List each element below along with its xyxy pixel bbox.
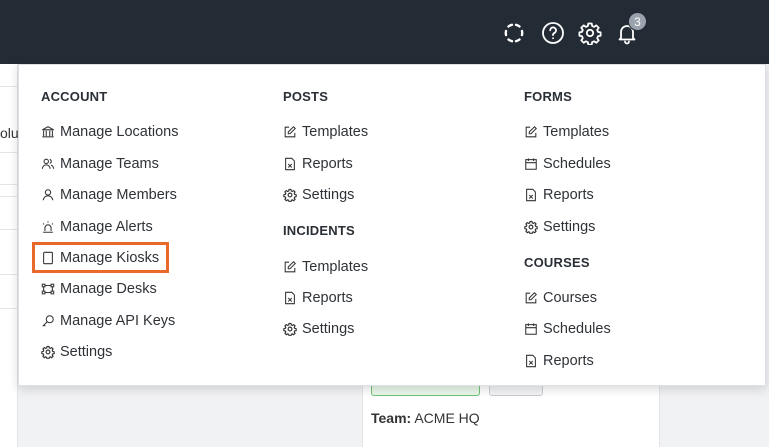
background-team-line: Team: ACME HQ <box>371 410 480 426</box>
edit-icon <box>524 125 538 139</box>
menu-item-label: Reports <box>302 290 353 306</box>
account-section-title: ACCOUNT <box>41 89 108 104</box>
report-icon <box>524 354 538 368</box>
menu-item-incidents-templates[interactable]: Templates <box>283 257 368 277</box>
menu-item-label: Templates <box>302 124 369 140</box>
forms-section-title: FORMS <box>524 89 572 104</box>
gear-icon <box>41 345 55 359</box>
menu-item-label: Schedules <box>543 156 611 172</box>
menu-item-label: Manage Locations <box>60 124 179 140</box>
settings-mega-menu: ACCOUNT Manage Locations Manage Teams Ma… <box>18 64 766 386</box>
top-navigation-bar: 3 <box>0 0 769 64</box>
calendar-icon <box>524 322 538 336</box>
menu-item-courses-courses[interactable]: Courses <box>524 288 597 308</box>
menu-item-courses-schedules[interactable]: Schedules <box>524 319 611 339</box>
report-icon <box>283 157 297 171</box>
menu-item-manage-alerts[interactable]: Manage Alerts <box>41 217 153 237</box>
help-icon[interactable] <box>540 20 566 46</box>
desk-icon <box>41 282 55 296</box>
menu-item-posts-settings[interactable]: Settings <box>283 185 354 205</box>
user-icon <box>41 188 55 202</box>
menu-item-account-settings[interactable]: Settings <box>41 342 112 362</box>
background-left-panel <box>0 64 18 447</box>
menu-item-forms-settings[interactable]: Settings <box>524 217 595 237</box>
menu-item-label: Templates <box>302 259 369 275</box>
menu-item-label: Manage API Keys <box>60 313 176 329</box>
menu-item-label: Reports <box>543 187 594 203</box>
menu-item-label: Reports <box>543 353 594 369</box>
gear-icon <box>283 322 297 336</box>
edit-icon <box>283 125 297 139</box>
team-label: Team: <box>371 410 412 426</box>
incidents-section-title: INCIDENTS <box>283 223 355 238</box>
calendar-icon <box>524 157 538 171</box>
menu-item-label: Manage Alerts <box>60 219 153 235</box>
menu-item-label: Settings <box>302 187 355 203</box>
edit-icon <box>283 260 297 274</box>
courses-section-title: COURSES <box>524 255 590 270</box>
team-value: ACME HQ <box>414 410 480 426</box>
gear-icon <box>283 188 297 202</box>
menu-item-manage-api-keys[interactable]: Manage API Keys <box>41 311 175 331</box>
menu-item-posts-templates[interactable]: Templates <box>283 122 368 142</box>
menu-item-forms-reports[interactable]: Reports <box>524 185 594 205</box>
menu-item-incidents-settings[interactable]: Settings <box>283 319 354 339</box>
menu-item-label: Settings <box>302 321 355 337</box>
menu-item-label: Manage Desks <box>60 281 157 297</box>
key-icon <box>41 314 55 328</box>
gear-icon <box>524 220 538 234</box>
bank-icon <box>41 125 55 139</box>
menu-item-label: Manage Teams <box>60 156 159 172</box>
menu-item-label: Templates <box>543 124 610 140</box>
menu-item-label: Reports <box>302 156 353 172</box>
edit-icon <box>524 291 538 305</box>
menu-item-manage-desks[interactable]: Manage Desks <box>41 279 157 299</box>
loading-ring-icon[interactable] <box>501 20 527 46</box>
notification-count-badge: 3 <box>628 12 647 31</box>
menu-item-manage-members[interactable]: Manage Members <box>41 185 177 205</box>
menu-item-posts-reports[interactable]: Reports <box>283 154 353 174</box>
highlight-box <box>32 242 169 273</box>
posts-section-title: POSTS <box>283 89 329 104</box>
report-icon <box>283 291 297 305</box>
users-icon <box>41 157 55 171</box>
menu-item-label: Schedules <box>543 321 611 337</box>
menu-item-label: Settings <box>60 344 113 360</box>
report-icon <box>524 188 538 202</box>
menu-item-label: Courses <box>543 290 597 306</box>
gear-icon[interactable] <box>577 20 603 46</box>
menu-item-incidents-reports[interactable]: Reports <box>283 288 353 308</box>
menu-item-forms-schedules[interactable]: Schedules <box>524 154 611 174</box>
menu-item-manage-locations[interactable]: Manage Locations <box>41 122 179 142</box>
menu-item-courses-reports[interactable]: Reports <box>524 351 594 371</box>
menu-item-manage-teams[interactable]: Manage Teams <box>41 154 159 174</box>
menu-item-label: Manage Members <box>60 187 177 203</box>
menu-item-label: Settings <box>543 219 596 235</box>
siren-icon <box>41 220 55 234</box>
menu-item-forms-templates[interactable]: Templates <box>524 122 609 142</box>
